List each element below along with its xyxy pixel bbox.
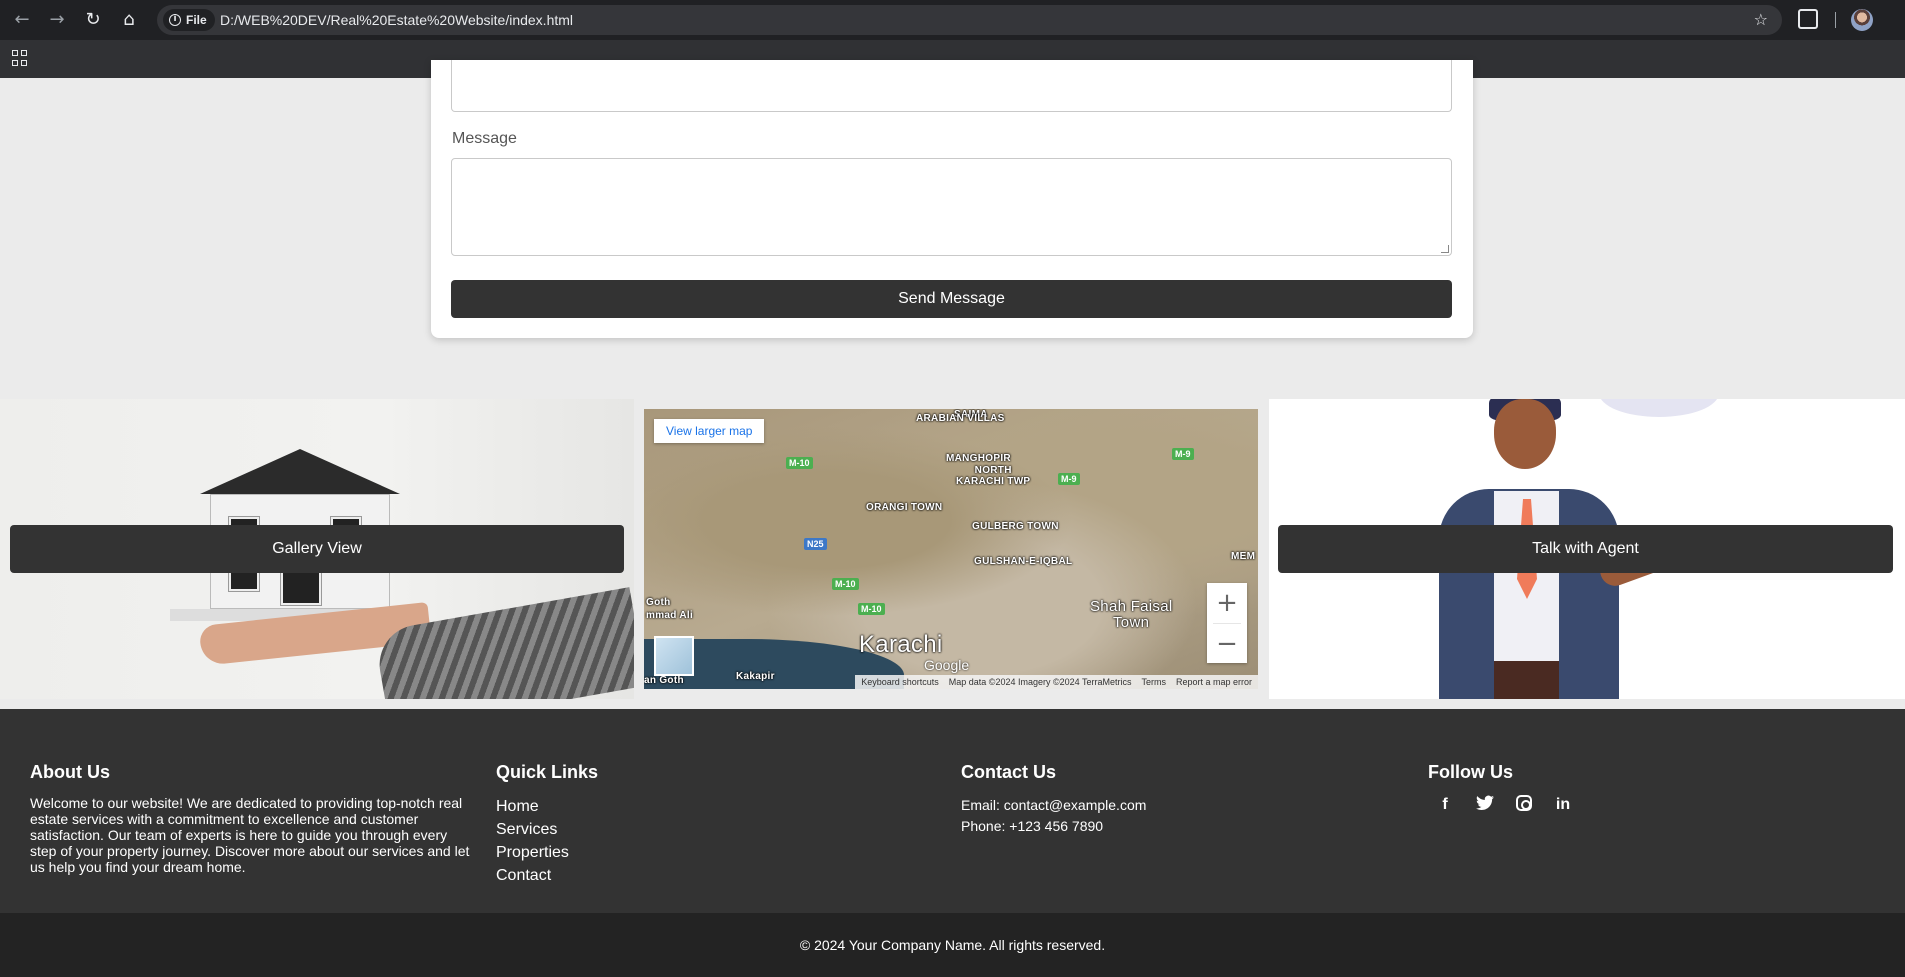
previous-input-field[interactable] xyxy=(451,60,1452,112)
info-icon: i xyxy=(169,14,181,26)
url-text[interactable]: D:/WEB%20DEV/Real%20Estate%20Website/ind… xyxy=(220,5,573,35)
home-icon[interactable]: ⌂ xyxy=(117,8,141,32)
file-chip-label: File xyxy=(186,13,207,27)
copyright-bar: © 2024 Your Company Name. All rights res… xyxy=(0,913,1905,977)
send-message-button[interactable]: Send Message xyxy=(451,280,1452,318)
contact-form-card: Message Send Message xyxy=(431,60,1473,338)
map-label: Goth xyxy=(646,597,671,608)
twitter-icon[interactable] xyxy=(1476,795,1494,817)
talk-with-agent-button[interactable]: Talk with Agent xyxy=(1278,525,1893,573)
map-label: an Goth xyxy=(644,675,684,686)
about-title: About Us xyxy=(30,762,110,782)
map-label: Town xyxy=(1113,614,1150,631)
toolbar-divider xyxy=(1835,12,1836,28)
terms-link[interactable]: Terms xyxy=(1141,675,1166,689)
site-info-chip[interactable]: i File xyxy=(163,9,215,31)
gallery-view-button[interactable]: Gallery View xyxy=(10,525,624,573)
road-badge: M-10 xyxy=(858,603,885,615)
road-badge: M-10 xyxy=(832,578,859,590)
map-label: Kakapir xyxy=(736,671,775,682)
speech-bubble-image xyxy=(1599,399,1719,417)
follow-title: Follow Us xyxy=(1428,762,1513,782)
facebook-icon[interactable]: f xyxy=(1436,795,1454,817)
footer-link-properties[interactable]: Properties xyxy=(496,841,598,864)
google-logo: Google xyxy=(924,657,970,673)
map-label: NORTH KARACHI TWP xyxy=(956,465,1031,487)
bookmark-star-icon[interactable]: ☆ xyxy=(1754,5,1768,35)
social-links: f in xyxy=(1428,795,1572,817)
footer-quick-links: Quick Links Home Services Properties Con… xyxy=(496,762,598,887)
about-text: Welcome to our website! We are dedicated… xyxy=(30,795,470,875)
map-label: MANGHOPIR xyxy=(946,453,1011,464)
footer-about: About Us Welcome to our website! We are … xyxy=(30,762,475,875)
contact-title: Contact Us xyxy=(961,762,1057,782)
map-layer-toggle[interactable] xyxy=(654,636,694,676)
profile-avatar[interactable] xyxy=(1851,9,1873,31)
message-label: Message xyxy=(452,130,517,147)
map-embed[interactable]: View larger map SAIMA ARABIAN VILLAS MAN… xyxy=(644,409,1258,689)
contact-email: Email: contact@example.com xyxy=(961,797,1147,813)
map-label: ORANGI TOWN xyxy=(866,502,943,513)
back-arrow-icon[interactable]: ← xyxy=(10,8,34,32)
extensions-icon[interactable] xyxy=(1798,9,1818,29)
forward-arrow-icon[interactable]: → xyxy=(45,8,69,32)
road-badge: M-9 xyxy=(1058,473,1080,485)
zoom-in-button[interactable]: + xyxy=(1207,583,1247,623)
map-label: GULSHAN-E-IQBAL xyxy=(974,556,1073,567)
map-label: Shah Faisal xyxy=(1090,598,1173,615)
apps-grid-icon[interactable] xyxy=(12,50,28,66)
map-label: MEM xyxy=(1231,551,1256,562)
keyboard-shortcuts-link[interactable]: Keyboard shortcuts xyxy=(861,675,939,689)
quick-links-title: Quick Links xyxy=(496,762,599,782)
report-error-link[interactable]: Report a map error xyxy=(1176,675,1252,689)
map-label: ARABIAN VILLAS xyxy=(916,413,1005,424)
agent-panel: Talk with Agent xyxy=(1269,399,1905,699)
map-attribution: Keyboard shortcuts Map data ©2024 Imager… xyxy=(855,675,1258,689)
resize-handle-icon[interactable] xyxy=(1441,245,1449,253)
linkedin-icon[interactable]: in xyxy=(1554,795,1572,817)
footer-link-contact[interactable]: Contact xyxy=(496,864,598,887)
road-badge: N25 xyxy=(804,538,827,550)
browser-toolbar: ← → ↻ ⌂ i File D:/WEB%20DEV/Real%20Estat… xyxy=(0,0,1905,40)
road-badge: M-9 xyxy=(1172,448,1194,460)
contact-phone: Phone: +123 456 7890 xyxy=(961,818,1104,834)
footer-follow: Follow Us f in xyxy=(1428,762,1572,817)
map-label: mmad Ali xyxy=(646,610,694,621)
map-label: GULBERG TOWN xyxy=(972,521,1059,532)
gallery-panel: Gallery View xyxy=(0,399,634,699)
view-larger-map-link[interactable]: View larger map xyxy=(654,419,765,443)
message-textarea[interactable] xyxy=(451,158,1452,256)
footer-link-home[interactable]: Home xyxy=(496,795,598,818)
footer-link-services[interactable]: Services xyxy=(496,818,598,841)
address-bar[interactable]: i File D:/WEB%20DEV/Real%20Estate%20Webs… xyxy=(157,5,1782,35)
instagram-icon[interactable] xyxy=(1516,795,1532,811)
road-badge: M-10 xyxy=(786,457,813,469)
map-data-text: Map data ©2024 Imagery ©2024 TerraMetric… xyxy=(948,677,1132,687)
map-zoom-control: + − xyxy=(1207,583,1247,663)
reload-icon[interactable]: ↻ xyxy=(81,8,105,32)
site-footer: About Us Welcome to our website! We are … xyxy=(0,709,1905,913)
zoom-out-button[interactable]: − xyxy=(1207,624,1247,664)
footer-contact: Contact Us Email: contact@example.com Ph… xyxy=(961,762,1146,837)
map-label: Karachi xyxy=(859,631,943,658)
